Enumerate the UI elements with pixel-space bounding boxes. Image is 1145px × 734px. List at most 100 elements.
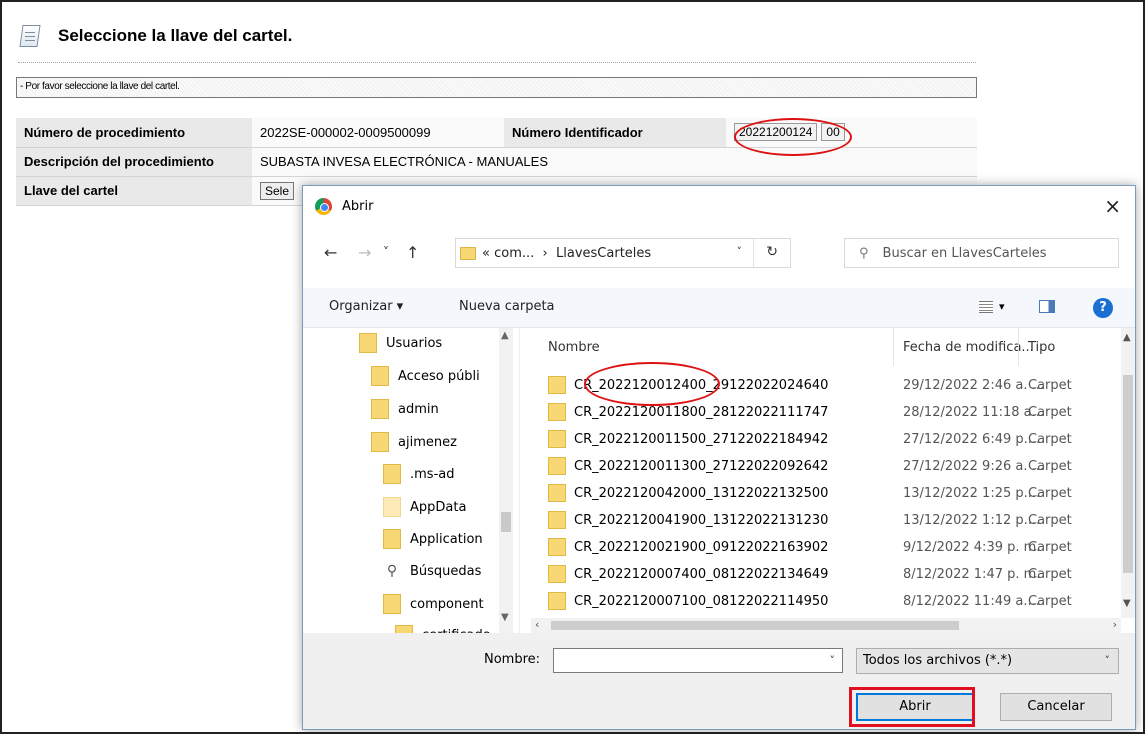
tree-item-component[interactable]: component [383, 589, 484, 619]
procedure-number-value: 2022SE-000002-0009500099 [252, 118, 504, 148]
list-horizontal-scrollbar[interactable]: ‹ › [531, 618, 1121, 633]
tree-item-acceso-publico[interactable]: Acceso públi [371, 361, 480, 391]
folder-icon [383, 529, 401, 549]
folder-icon [548, 565, 566, 583]
close-button[interactable]: × [1104, 194, 1121, 218]
search-icon: ⚲ [859, 245, 869, 261]
refresh-icon[interactable]: ↻ [766, 244, 778, 260]
folder-pale-icon [383, 497, 401, 517]
description-value: SUBASTA INVESA ELECTRÓNICA - MANUALES [252, 147, 977, 177]
document-icon [18, 23, 42, 49]
file-row[interactable]: CR_2022120011500_27122022184942 27/12/202… [531, 426, 1131, 453]
folder-icon [383, 464, 401, 484]
chevron-down-icon[interactable]: ˅ [830, 654, 836, 667]
file-row[interactable]: CR_2022120012400_29122022024640 29/12/202… [531, 372, 1131, 399]
filename-input[interactable]: ˅ [553, 648, 843, 673]
recent-locations-icon[interactable]: ˅ [383, 245, 389, 259]
file-row[interactable]: CR_2022120011300_27122022092642 27/12/202… [531, 453, 1131, 480]
scrollbar-thumb[interactable] [551, 621, 959, 630]
procedure-number-label: Número de procedimiento [16, 118, 252, 148]
breadcrumb-com[interactable]: com... [494, 246, 534, 261]
address-prefix: « [482, 245, 490, 261]
folder-icon [359, 333, 377, 353]
identifier-cell: 20221200124 00 [726, 118, 977, 148]
chevron-down-icon: ˅ [1104, 654, 1111, 667]
search-box[interactable]: ⚲ Buscar en LlavesCarteles [844, 238, 1119, 268]
address-dropdown-icon[interactable]: ˅ [737, 245, 743, 258]
file-list: Nombre Fecha de modifica... Tipo CR_2022… [531, 328, 1135, 633]
address-bar[interactable]: « com... › LlavesCarteles ˅ ↻ [455, 238, 791, 268]
forward-arrow-icon[interactable]: → [358, 243, 371, 262]
file-type-filter[interactable]: Todos los archivos (*.*) ˅ [856, 648, 1119, 674]
tree-item-busquedas[interactable]: ⚲ Búsquedas [383, 556, 482, 586]
organize-menu[interactable]: Organizar ▾ [329, 299, 403, 314]
folder-icon [548, 484, 566, 502]
tree-item-certificado[interactable]: certificado [395, 620, 491, 633]
folder-icon [548, 457, 566, 475]
identifier-suffix: 00 [821, 123, 845, 142]
new-folder-button[interactable]: Nueva carpeta [459, 299, 555, 314]
column-name[interactable]: Nombre [548, 340, 600, 355]
folder-icon [371, 432, 389, 452]
cancel-button[interactable]: Cancelar [1000, 693, 1112, 721]
tree-item-ajimenez[interactable]: ajimenez [371, 427, 457, 457]
dialog-titlebar: Abrir × [303, 186, 1135, 226]
folder-icon [548, 538, 566, 556]
file-row[interactable]: CR_2022120007100_08122022114950 8/12/2022… [531, 588, 1131, 615]
column-date[interactable]: Fecha de modifica... [903, 340, 1034, 355]
info-message: - Por favor seleccione la llave del cart… [16, 77, 977, 98]
identifier-value: 20221200124 [734, 123, 818, 142]
view-dropdown-icon[interactable]: ▾ [999, 300, 1005, 313]
folder-icon [371, 399, 389, 419]
scroll-down-icon[interactable]: ▼ [1123, 598, 1131, 609]
page-header: Seleccione la llave del cartel. [18, 20, 292, 52]
folder-icon [548, 403, 566, 421]
view-options-icon[interactable] [979, 301, 993, 313]
navigation-bar: ← → ˅ ↑ « com... › LlavesCarteles ˅ ↻ ⚲ … [303, 238, 1135, 268]
folder-icon [548, 592, 566, 610]
scrollbar-thumb[interactable] [1123, 375, 1133, 573]
tree-item-appdata[interactable]: AppData [383, 492, 466, 522]
folder-icon [548, 376, 566, 394]
column-type[interactable]: Tipo [1028, 340, 1055, 355]
file-row[interactable]: CR_2022120007400_08122022134649 8/12/2022… [531, 561, 1131, 588]
list-vertical-scrollbar[interactable]: ▲ ▼ [1121, 328, 1135, 618]
file-row[interactable]: CR_2022120021900_09122022163902 9/12/2022… [531, 534, 1131, 561]
file-type-filter-value: Todos los archivos (*.*) [863, 653, 1013, 668]
back-arrow-icon[interactable]: ← [324, 243, 337, 262]
breadcrumb-llavescarteles[interactable]: LlavesCarteles [556, 246, 651, 261]
page-title: Seleccione la llave del cartel. [58, 26, 293, 45]
folder-icon [371, 366, 389, 386]
folder-tree: Usuarios Acceso públi admin ajimenez .ms… [303, 328, 516, 633]
file-row[interactable]: CR_2022120042000_13122022132500 13/12/202… [531, 480, 1131, 507]
chrome-icon [315, 197, 332, 215]
scrollbar-thumb[interactable] [501, 512, 511, 532]
scroll-down-icon[interactable]: ▼ [501, 612, 509, 623]
search-placeholder: Buscar en LlavesCarteles [882, 245, 1047, 261]
scroll-up-icon[interactable]: ▲ [1123, 332, 1131, 343]
file-row[interactable]: CR_2022120011800_28122022111747 28/12/202… [531, 399, 1131, 426]
description-label: Descripción del procedimiento [16, 147, 252, 177]
folder-icon [548, 430, 566, 448]
scroll-up-icon[interactable]: ▲ [501, 330, 509, 341]
folder-icon [548, 511, 566, 529]
tree-item-application[interactable]: Application [383, 524, 483, 554]
tree-item-admin[interactable]: admin [371, 394, 439, 424]
dialog-footer: Nombre: ˅ Todos los archivos (*.*) ˅ Abr… [303, 633, 1135, 729]
open-button[interactable]: Abrir [856, 693, 974, 721]
up-arrow-icon[interactable]: ↑ [406, 243, 419, 262]
scroll-left-icon[interactable]: ‹ [535, 618, 539, 631]
scroll-right-icon[interactable]: › [1113, 618, 1117, 631]
help-icon[interactable]: ? [1093, 298, 1113, 318]
tree-item-ms-ad[interactable]: .ms-ad [383, 459, 454, 489]
header-divider [18, 62, 976, 63]
file-row[interactable]: CR_2022120041900_13122022131230 13/12/202… [531, 507, 1131, 534]
identifier-label: Número Identificador [504, 118, 726, 148]
preview-pane-icon[interactable] [1039, 300, 1055, 313]
tree-item-usuarios[interactable]: Usuarios [359, 328, 442, 358]
tree-scrollbar[interactable]: ▲ ▼ [499, 328, 513, 633]
folder-icon [383, 594, 401, 614]
breadcrumb-separator: › [542, 245, 548, 261]
select-key-button[interactable]: Sele [260, 181, 295, 200]
filename-label: Nombre: [484, 652, 541, 667]
